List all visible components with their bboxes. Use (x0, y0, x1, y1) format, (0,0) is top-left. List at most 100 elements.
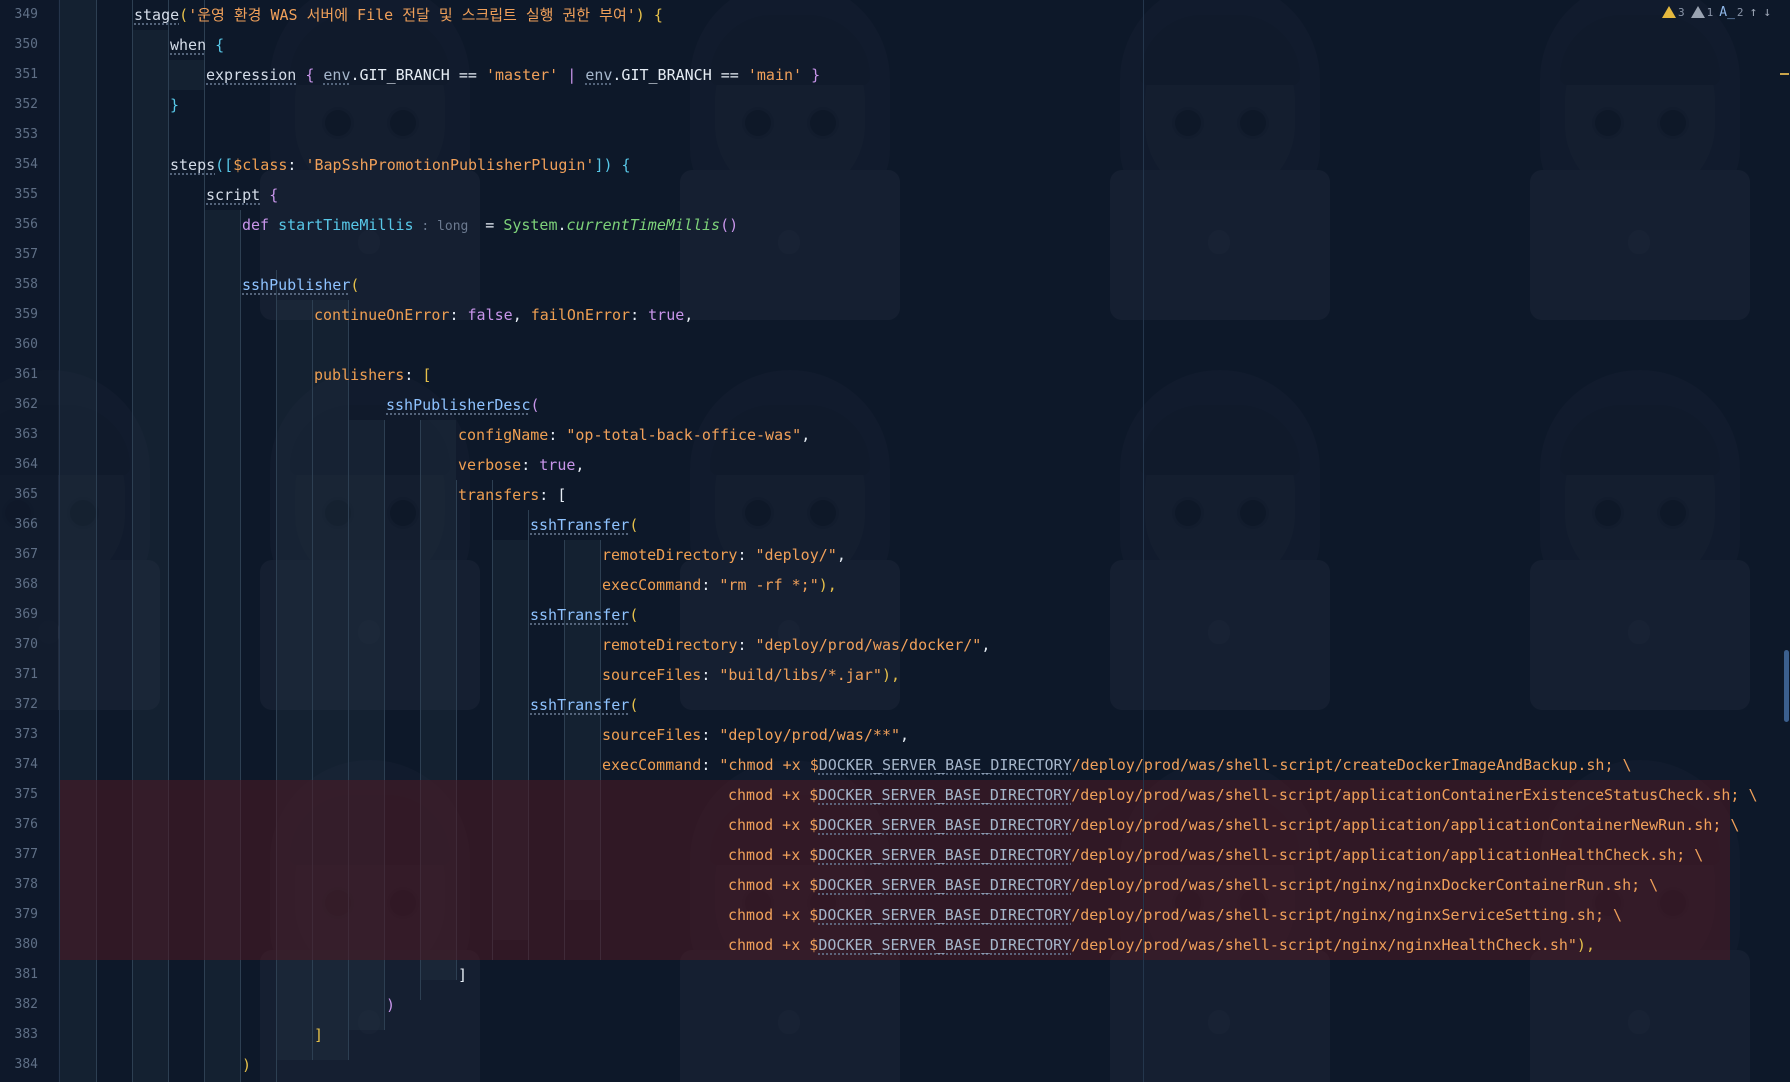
code-line-359[interactable]: continueOnError: false, failOnError: tru… (314, 300, 693, 330)
code-line-371[interactable]: sourceFiles: "build/libs/*.jar"), (602, 660, 900, 690)
code-line-349[interactable]: stage('운영 환경 WAS 서버에 File 전달 및 스크립트 실행 권… (134, 0, 663, 30)
interpolated-variable[interactable]: DOCKER_SERVER_BASE_DIRECTORY (818, 816, 1071, 834)
warnings-indicator[interactable]: 3 (1662, 6, 1685, 19)
error-stripe-mark[interactable] (1780, 73, 1789, 75)
code-line-384[interactable]: ) (242, 1050, 251, 1080)
line-number[interactable]: 349 (0, 0, 38, 30)
line-number[interactable]: 365 (0, 480, 38, 510)
code-line-367[interactable]: remoteDirectory: "deploy/", (602, 540, 846, 570)
ssh-transfer-call[interactable]: sshTransfer (530, 516, 629, 534)
line-number[interactable]: 377 (0, 840, 38, 870)
line-number[interactable]: 353 (0, 120, 38, 150)
ssh-transfer-call[interactable]: sshTransfer (530, 696, 629, 714)
arrow-up-icon[interactable]: ↑ (1750, 5, 1758, 20)
code-line-358[interactable]: sshPublisher( (242, 270, 359, 300)
interpolated-variable[interactable]: DOCKER_SERVER_BASE_DIRECTORY (818, 786, 1071, 804)
line-number[interactable]: 358 (0, 270, 38, 300)
line-number[interactable]: 352 (0, 90, 38, 120)
code-line-372[interactable]: sshTransfer( (530, 690, 638, 720)
code-line-365[interactable]: transfers: [ (458, 480, 566, 510)
class-name[interactable]: System (503, 216, 557, 234)
line-number[interactable]: 369 (0, 600, 38, 630)
code-line-355[interactable]: script { (206, 180, 278, 210)
line-number[interactable]: 366 (0, 510, 38, 540)
line-number[interactable]: 378 (0, 870, 38, 900)
line-number[interactable]: 359 (0, 300, 38, 330)
variable-name[interactable]: startTimeMillis (278, 216, 413, 234)
typos-indicator[interactable]: A̲ 2 (1719, 5, 1743, 20)
code-line-363[interactable]: configName: "op-total-back-office-was", (458, 420, 810, 450)
ssh-transfer-call[interactable]: sshTransfer (530, 606, 629, 624)
interpolated-variable[interactable]: DOCKER_SERVER_BASE_DIRECTORY (818, 846, 1071, 864)
line-number[interactable]: 375 (0, 780, 38, 810)
ssh-publisher-desc-call[interactable]: sshPublisherDesc (386, 396, 531, 414)
script-call[interactable]: script (206, 186, 260, 204)
interpolated-variable[interactable]: DOCKER_SERVER_BASE_DIRECTORY (818, 936, 1071, 954)
code-line-361[interactable]: publishers: [ (314, 360, 431, 390)
vertical-scrollbar-thumb[interactable] (1784, 650, 1789, 722)
line-number[interactable]: 367 (0, 540, 38, 570)
code-line-366[interactable]: sshTransfer( (530, 510, 638, 540)
line-number[interactable]: 361 (0, 360, 38, 390)
line-number[interactable]: 368 (0, 570, 38, 600)
line-number[interactable]: 380 (0, 930, 38, 960)
code-line-380[interactable]: chmod +x $DOCKER_SERVER_BASE_DIRECTORY/d… (728, 930, 1595, 960)
code-line-381[interactable]: ] (458, 960, 467, 990)
line-number-gutter[interactable]: 349 350 351 352 353 354 355 356 357 358 … (0, 0, 58, 1082)
code-line-370[interactable]: remoteDirectory: "deploy/prod/was/docker… (602, 630, 990, 660)
expression-call[interactable]: expression (206, 66, 296, 84)
line-number[interactable]: 373 (0, 720, 38, 750)
inspection-widget[interactable]: 3 1 A̲ 2 ↑ ↓ (1662, 2, 1771, 22)
stage-call[interactable]: stage (134, 6, 179, 24)
code-line-356[interactable]: def startTimeMillis : long = System.curr… (242, 210, 738, 240)
line-number[interactable]: 364 (0, 450, 38, 480)
line-number[interactable]: 363 (0, 420, 38, 450)
code-line-369[interactable]: sshTransfer( (530, 600, 638, 630)
arrow-down-icon[interactable]: ↓ (1763, 5, 1771, 20)
code-line-376[interactable]: chmod +x $DOCKER_SERVER_BASE_DIRECTORY/d… (728, 810, 1739, 840)
line-number[interactable]: 351 (0, 60, 38, 90)
code-editor[interactable]: 349 350 351 352 353 354 355 356 357 358 … (0, 0, 1790, 1082)
code-line-378[interactable]: chmod +x $DOCKER_SERVER_BASE_DIRECTORY/d… (728, 870, 1658, 900)
code-line-351[interactable]: expression { env.GIT_BRANCH == 'master' … (206, 60, 820, 90)
line-number[interactable]: 379 (0, 900, 38, 930)
line-number[interactable]: 357 (0, 240, 38, 270)
code-line-382[interactable]: ) (386, 990, 395, 1020)
code-line-375[interactable]: chmod +x $DOCKER_SERVER_BASE_DIRECTORY/d… (728, 780, 1758, 810)
line-number[interactable]: 362 (0, 390, 38, 420)
line-number[interactable]: 374 (0, 750, 38, 780)
interpolated-variable[interactable]: DOCKER_SERVER_BASE_DIRECTORY (818, 906, 1071, 924)
code-line-350[interactable]: when { (170, 30, 224, 60)
line-number[interactable]: 372 (0, 690, 38, 720)
code-line-383[interactable]: ] (314, 1020, 323, 1050)
line-number[interactable]: 360 (0, 330, 38, 360)
code-line-354[interactable]: steps([$class: 'BapSshPromotionPublisher… (170, 150, 631, 180)
line-number[interactable]: 350 (0, 30, 38, 60)
static-method-call[interactable]: currentTimeMillis (567, 216, 721, 234)
interpolated-variable[interactable]: DOCKER_SERVER_BASE_DIRECTORY (818, 876, 1071, 894)
env-variable[interactable]: env (323, 66, 350, 84)
ssh-publisher-call[interactable]: sshPublisher (242, 276, 350, 294)
line-number[interactable]: 381 (0, 960, 38, 990)
code-line-373[interactable]: sourceFiles: "deploy/prod/was/**", (602, 720, 909, 750)
interpolated-variable[interactable]: DOCKER_SERVER_BASE_DIRECTORY (819, 756, 1072, 774)
line-number[interactable]: 384 (0, 1050, 38, 1080)
line-number[interactable]: 382 (0, 990, 38, 1020)
line-number[interactable]: 371 (0, 660, 38, 690)
code-line-364[interactable]: verbose: true, (458, 450, 584, 480)
line-number[interactable]: 354 (0, 150, 38, 180)
code-line-377[interactable]: chmod +x $DOCKER_SERVER_BASE_DIRECTORY/d… (728, 840, 1703, 870)
code-line-379[interactable]: chmod +x $DOCKER_SERVER_BASE_DIRECTORY/d… (728, 900, 1622, 930)
line-number[interactable]: 370 (0, 630, 38, 660)
weak-warnings-indicator[interactable]: 1 (1690, 6, 1713, 19)
line-number[interactable]: 356 (0, 210, 38, 240)
code-line-352[interactable]: } (170, 90, 179, 120)
env-variable[interactable]: env (585, 66, 612, 84)
code-line-368[interactable]: execCommand: "rm -rf *;"), (602, 570, 837, 600)
code-line-374[interactable]: execCommand: "chmod +x $DOCKER_SERVER_BA… (602, 750, 1632, 780)
steps-call[interactable]: steps (170, 156, 215, 174)
line-number[interactable]: 355 (0, 180, 38, 210)
line-number[interactable]: 376 (0, 810, 38, 840)
code-line-362[interactable]: sshPublisherDesc( (386, 390, 540, 420)
line-number[interactable]: 383 (0, 1020, 38, 1050)
